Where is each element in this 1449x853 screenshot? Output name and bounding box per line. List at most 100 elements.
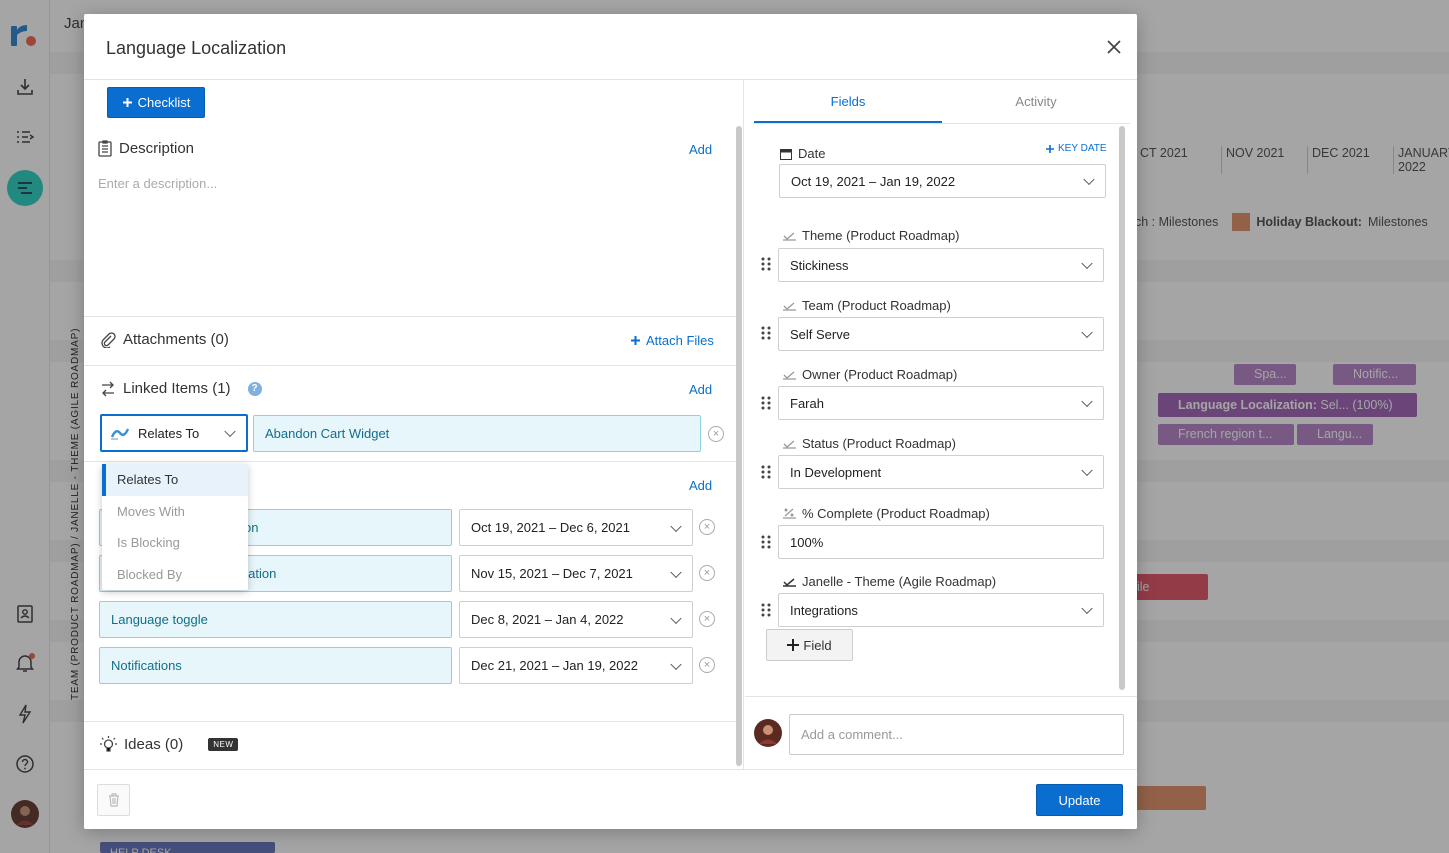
- field-label-theme: Theme (Product Roadmap): [783, 228, 960, 243]
- update-button[interactable]: Update: [1036, 784, 1123, 816]
- option-moves-with[interactable]: Moves With: [102, 496, 248, 528]
- add-field-button[interactable]: Field: [766, 629, 853, 661]
- relation-dropdown: Relates To Moves With Is Blocking Blocke…: [102, 464, 248, 590]
- add-child-link[interactable]: Add: [689, 478, 712, 493]
- chevron-down-icon: [670, 612, 682, 624]
- percent-field-icon: [783, 508, 796, 519]
- child-date-select[interactable]: Dec 21, 2021 – Jan 19, 2022: [459, 647, 693, 684]
- check-field-icon: [783, 371, 796, 380]
- chevron-down-icon: [224, 425, 236, 438]
- child-item[interactable]: Language toggle: [99, 601, 452, 638]
- linked-item-abandon-cart[interactable]: Abandon Cart Widget: [253, 415, 701, 452]
- percent-complete-input[interactable]: 100%: [778, 525, 1104, 559]
- child-date-select[interactable]: Nov 15, 2021 – Dec 7, 2021: [459, 555, 693, 592]
- child-dates: Dec 21, 2021 – Jan 19, 2022: [471, 658, 638, 673]
- relation-value: Relates To: [138, 425, 200, 441]
- clipboard-icon: [98, 140, 112, 157]
- field-label-owner: Owner (Product Roadmap): [783, 367, 957, 382]
- scrollbar[interactable]: [1119, 126, 1125, 690]
- child-dates: Oct 19, 2021 – Dec 6, 2021: [471, 520, 630, 535]
- trash-icon: [108, 793, 119, 807]
- option-is-blocking[interactable]: Is Blocking: [102, 527, 248, 559]
- lane-label-text: TEAM (PRODUCT ROADMAP) / JANELLE - THEME…: [70, 327, 81, 700]
- field-value: Farah: [790, 395, 824, 411]
- add-field-label: Field: [803, 637, 832, 653]
- divider: [84, 461, 736, 462]
- link-arrows-icon: [102, 381, 114, 396]
- divider: [745, 696, 1137, 697]
- owner-select[interactable]: Farah: [778, 386, 1104, 420]
- remove-child-icon[interactable]: ×: [699, 565, 715, 581]
- remove-child-icon[interactable]: ×: [699, 657, 715, 673]
- date-value: Oct 19, 2021 – Jan 19, 2022: [791, 173, 956, 189]
- plus-icon: [122, 98, 132, 107]
- scrollbar[interactable]: [736, 126, 742, 766]
- field-value: Stickiness: [790, 257, 849, 273]
- description-heading: Description: [98, 140, 194, 157]
- field-value: Self Serve: [790, 326, 850, 342]
- checklist-label: Checklist: [137, 95, 191, 110]
- field-value: In Development: [790, 464, 882, 480]
- date-select[interactable]: Oct 19, 2021 – Jan 19, 2022: [779, 164, 1106, 198]
- field-label-janelle-theme: Janelle - Theme (Agile Roadmap): [783, 574, 996, 589]
- chevron-down-icon: [1081, 464, 1093, 477]
- commenter-avatar: [754, 719, 782, 747]
- child-item[interactable]: Notifications: [99, 647, 452, 684]
- chevron-down-icon: [670, 520, 682, 532]
- option-relates-to[interactable]: Relates To: [102, 464, 248, 496]
- chevron-down-icon: [1083, 173, 1095, 186]
- remove-child-icon[interactable]: ×: [699, 519, 715, 535]
- field-label-text: Owner (Product Roadmap): [802, 367, 958, 382]
- theme-select[interactable]: Stickiness: [778, 248, 1104, 282]
- drag-handle-icon[interactable]: [761, 326, 771, 340]
- add-checklist-button[interactable]: Checklist: [107, 87, 205, 118]
- child-dates: Dec 8, 2021 – Jan 4, 2022: [471, 612, 624, 627]
- drag-handle-icon[interactable]: [761, 396, 771, 410]
- chevron-down-icon: [1081, 326, 1093, 339]
- calendar-icon: [780, 148, 792, 160]
- chevron-down-icon: [1081, 395, 1093, 408]
- divider: [84, 721, 736, 722]
- chevron-down-icon: [1081, 257, 1093, 270]
- key-date-label: KEY DATE: [1058, 143, 1107, 154]
- drag-handle-icon[interactable]: [761, 257, 771, 271]
- field-label-text: Janelle - Theme (Agile Roadmap): [802, 574, 997, 589]
- close-icon[interactable]: [1105, 38, 1123, 56]
- add-linked-item-link[interactable]: Add: [689, 382, 712, 397]
- option-blocked-by[interactable]: Blocked By: [102, 559, 248, 591]
- drag-handle-icon[interactable]: [761, 465, 771, 479]
- relates-to-icon: [110, 428, 130, 440]
- field-value: Integrations: [790, 602, 858, 618]
- relation-type-select[interactable]: Relates To: [100, 414, 248, 452]
- description-input[interactable]: Enter a description...: [98, 176, 217, 191]
- comment-input[interactable]: Add a comment...: [789, 714, 1124, 755]
- tab-fields[interactable]: Fields: [754, 80, 942, 123]
- chevron-down-icon: [1081, 602, 1093, 615]
- tab-activity[interactable]: Activity: [942, 80, 1130, 123]
- modal-title: Language Localization: [106, 38, 287, 58]
- drag-handle-icon[interactable]: [761, 535, 771, 549]
- delete-button[interactable]: [97, 784, 130, 816]
- key-date-link[interactable]: KEY DATE: [1046, 143, 1107, 154]
- remove-child-icon[interactable]: ×: [699, 611, 715, 627]
- fields-tabs: Fields Activity: [754, 80, 1130, 124]
- attach-files-link[interactable]: Attach Files: [630, 333, 714, 348]
- janelle-theme-select[interactable]: Integrations: [778, 593, 1104, 627]
- child-date-select[interactable]: Dec 8, 2021 – Jan 4, 2022: [459, 601, 693, 638]
- attach-files-label: Attach Files: [646, 333, 714, 348]
- status-select[interactable]: In Development: [778, 455, 1104, 489]
- team-select[interactable]: Self Serve: [778, 317, 1104, 351]
- drag-handle-icon[interactable]: [761, 603, 771, 617]
- date-label-text: Date: [798, 146, 826, 161]
- attachments-label: Attachments (0): [123, 331, 229, 348]
- field-label-text: Status (Product Roadmap): [802, 436, 956, 451]
- plus-icon: [1046, 144, 1054, 153]
- field-label-percent: % Complete (Product Roadmap): [783, 506, 990, 521]
- date-label: Date: [780, 146, 825, 161]
- remove-link-icon[interactable]: ×: [708, 426, 724, 442]
- help-icon[interactable]: ?: [247, 381, 262, 396]
- field-label-team: Team (Product Roadmap): [783, 298, 951, 313]
- add-description-link[interactable]: Add: [689, 142, 712, 157]
- description-label: Description: [119, 140, 195, 157]
- child-date-select[interactable]: Oct 19, 2021 – Dec 6, 2021: [459, 509, 693, 546]
